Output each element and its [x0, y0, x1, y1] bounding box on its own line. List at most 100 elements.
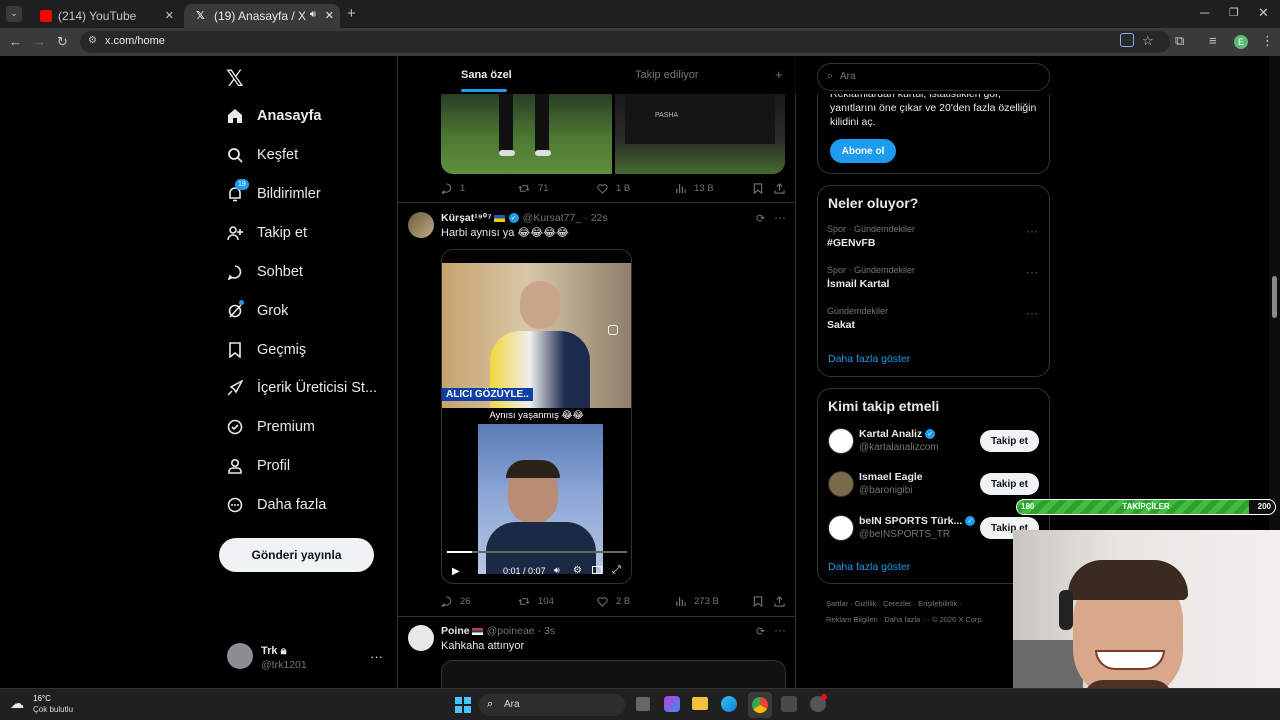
avatar[interactable] — [408, 212, 434, 238]
account-name[interactable]: Trk 🔒︎ — [261, 645, 286, 658]
account-more-icon[interactable]: ··· — [370, 649, 383, 664]
fullscreen-icon[interactable]: ⤢ — [612, 564, 621, 577]
replie-button[interactable]: 1 — [441, 183, 465, 194]
star-icon[interactable]: ☆ — [1142, 33, 1154, 49]
taskbar-search[interactable]: ⌕ Ara — [479, 694, 625, 716]
author-name[interactable]: Kürşat¹⁹⁰⁷ — [441, 212, 492, 224]
scrollbar-thumb[interactable] — [1272, 276, 1277, 318]
volume-icon[interactable]: 🔊︎ — [554, 565, 560, 576]
task-view-icon[interactable] — [636, 697, 650, 711]
avatar[interactable] — [828, 515, 854, 541]
grok-icon[interactable]: ⟳ — [756, 625, 765, 638]
add-tab-icon[interactable]: + — [775, 67, 783, 82]
close-tab-icon[interactable]: ✕ — [325, 9, 334, 22]
sidebar-item-profile[interactable]: Profil — [226, 454, 290, 478]
speaker-icon[interactable]: 🔊︎ — [310, 9, 316, 20]
post-image-right[interactable]: PASHA — [615, 94, 785, 174]
extensions-icon[interactable]: ⧉ — [1175, 34, 1184, 48]
window-close-icon[interactable]: ✕ — [1258, 6, 1269, 20]
sidebar-item-search[interactable]: Keşfet — [226, 143, 298, 167]
trend-item[interactable]: İsmail Kartal — [827, 278, 889, 290]
sidebar-item-bookmark[interactable]: Geçmiş — [226, 338, 306, 362]
x-logo-icon[interactable]: 𝕏 — [226, 66, 244, 92]
like-button[interactable]: 2 B — [597, 596, 630, 607]
edge-icon[interactable] — [721, 696, 737, 712]
profile-avatar[interactable]: E — [1234, 35, 1248, 49]
avatar[interactable] — [408, 625, 434, 651]
post-video[interactable]: ALICI GÖZÜYLE.. Aynısı yaşanmış 😂😂 ▶ 0:0… — [441, 249, 632, 584]
tab-following[interactable]: Takip ediliyor — [635, 69, 699, 81]
trend-item[interactable]: #GENvFB — [827, 237, 875, 249]
trend-more-icon[interactable]: ··· — [1026, 224, 1038, 238]
site-info-icon[interactable]: ⚙ — [88, 35, 97, 46]
author-handle[interactable]: @Kursat77_ — [523, 212, 582, 224]
post-time[interactable]: 22s — [591, 212, 608, 224]
sidebar-item-chat[interactable]: Sohbet — [226, 260, 303, 284]
avatar[interactable] — [828, 471, 854, 497]
restore-icon[interactable]: ❐ — [1229, 6, 1239, 20]
start-icon[interactable] — [455, 697, 471, 713]
suggested-name[interactable]: Ismael Eagle — [859, 471, 923, 483]
repost-button[interactable]: 104 — [518, 596, 554, 607]
store-icon[interactable] — [781, 696, 797, 712]
follow-button[interactable]: Takip et — [980, 473, 1039, 495]
post-more-icon[interactable]: ··· — [774, 210, 786, 224]
avatar[interactable] — [227, 643, 253, 669]
suggested-name[interactable]: beIN SPORTS Türk... ✓ — [859, 515, 976, 527]
post-media[interactable] — [441, 660, 786, 688]
avatar[interactable] — [828, 428, 854, 454]
play-icon[interactable]: ▶ — [452, 566, 460, 577]
author-handle[interactable]: @poineae — [487, 625, 535, 637]
tab-search-icon[interactable]: ⌄ — [6, 6, 22, 22]
menu-icon[interactable]: ⋮ — [1261, 34, 1274, 48]
close-tab-icon[interactable]: ✕ — [165, 9, 174, 22]
author-name[interactable]: Poine — [441, 625, 470, 637]
post-image-left[interactable] — [441, 94, 612, 174]
replie-button[interactable]: 26 — [441, 596, 471, 607]
tab-youtube[interactable]: (214) YouTube ✕ — [28, 4, 180, 28]
translate-icon[interactable] — [1120, 33, 1134, 47]
back-icon[interactable]: ← — [9, 35, 22, 49]
share-icon[interactable] — [774, 183, 789, 194]
view-button[interactable]: 13 B — [675, 183, 714, 194]
trend-more-icon[interactable]: ··· — [1026, 265, 1038, 279]
bookmark-icon[interactable] — [753, 596, 767, 607]
post-more-icon[interactable]: ··· — [774, 623, 786, 637]
settings-icon[interactable]: ⚙ — [573, 565, 582, 576]
tab-for-you[interactable]: Sana özel — [461, 69, 512, 81]
tab-x-home[interactable]: 𝕏 (19) Anasayfa / X 🔊︎ ✕ — [184, 4, 340, 28]
sidebar-item-rocket[interactable]: İçerik Üreticisi St... — [226, 376, 377, 400]
like-button[interactable]: 1 B — [597, 183, 630, 194]
trend-item[interactable]: Sakat — [827, 319, 855, 331]
subscribe-button[interactable]: Abone ol — [830, 139, 896, 163]
who-show-more[interactable]: Daha fazla göster — [828, 561, 910, 573]
grok-icon[interactable]: ⟳ — [756, 212, 765, 225]
share-icon[interactable] — [774, 596, 789, 607]
trend-more-icon[interactable]: ··· — [1026, 306, 1038, 320]
search-input[interactable]: ⌕ Ara — [817, 63, 1050, 91]
repost-button[interactable]: 71 — [518, 183, 549, 194]
sidebar-item-home[interactable]: Anasayfa — [226, 104, 321, 128]
weather-icon[interactable]: ☁ — [10, 695, 24, 712]
footer-links-2[interactable]: Reklam Bilgileri · Daha fazla ··· © 2026… — [826, 615, 984, 624]
media-icon[interactable]: ≡ — [1209, 34, 1217, 48]
file-explorer-icon[interactable] — [692, 697, 708, 710]
new-tab-icon[interactable]: + — [347, 6, 356, 21]
post-time[interactable]: 3s — [544, 625, 555, 637]
view-button[interactable]: 273 B — [675, 596, 719, 607]
sidebar-item-grok[interactable]: Grok — [226, 299, 288, 323]
sidebar-item-follow[interactable]: Takip et — [226, 221, 307, 245]
address-bar[interactable]: ⚙ x.com/home ☆ — [80, 31, 1170, 53]
minimize-icon[interactable]: ─ — [1200, 6, 1209, 20]
trends-show-more[interactable]: Daha fazla göster — [828, 353, 910, 365]
sidebar-item-bell[interactable]: 19 Bildirimler — [226, 179, 321, 206]
chrome-taskbar-active[interactable] — [748, 692, 772, 718]
footer-links[interactable]: Şartlar · Gizlilik · Çerezler · Erişileb… — [826, 599, 962, 608]
forward-icon[interactable]: → — [33, 35, 46, 49]
sidebar-item-more-circle[interactable]: Daha fazla — [226, 493, 326, 517]
reload-icon[interactable]: ↻ — [57, 35, 68, 49]
suggested-name[interactable]: Kartal Analiz ✓ — [859, 428, 936, 440]
pip-icon[interactable] — [592, 566, 602, 574]
bookmark-icon[interactable] — [753, 183, 767, 194]
copilot-icon[interactable] — [664, 696, 680, 712]
